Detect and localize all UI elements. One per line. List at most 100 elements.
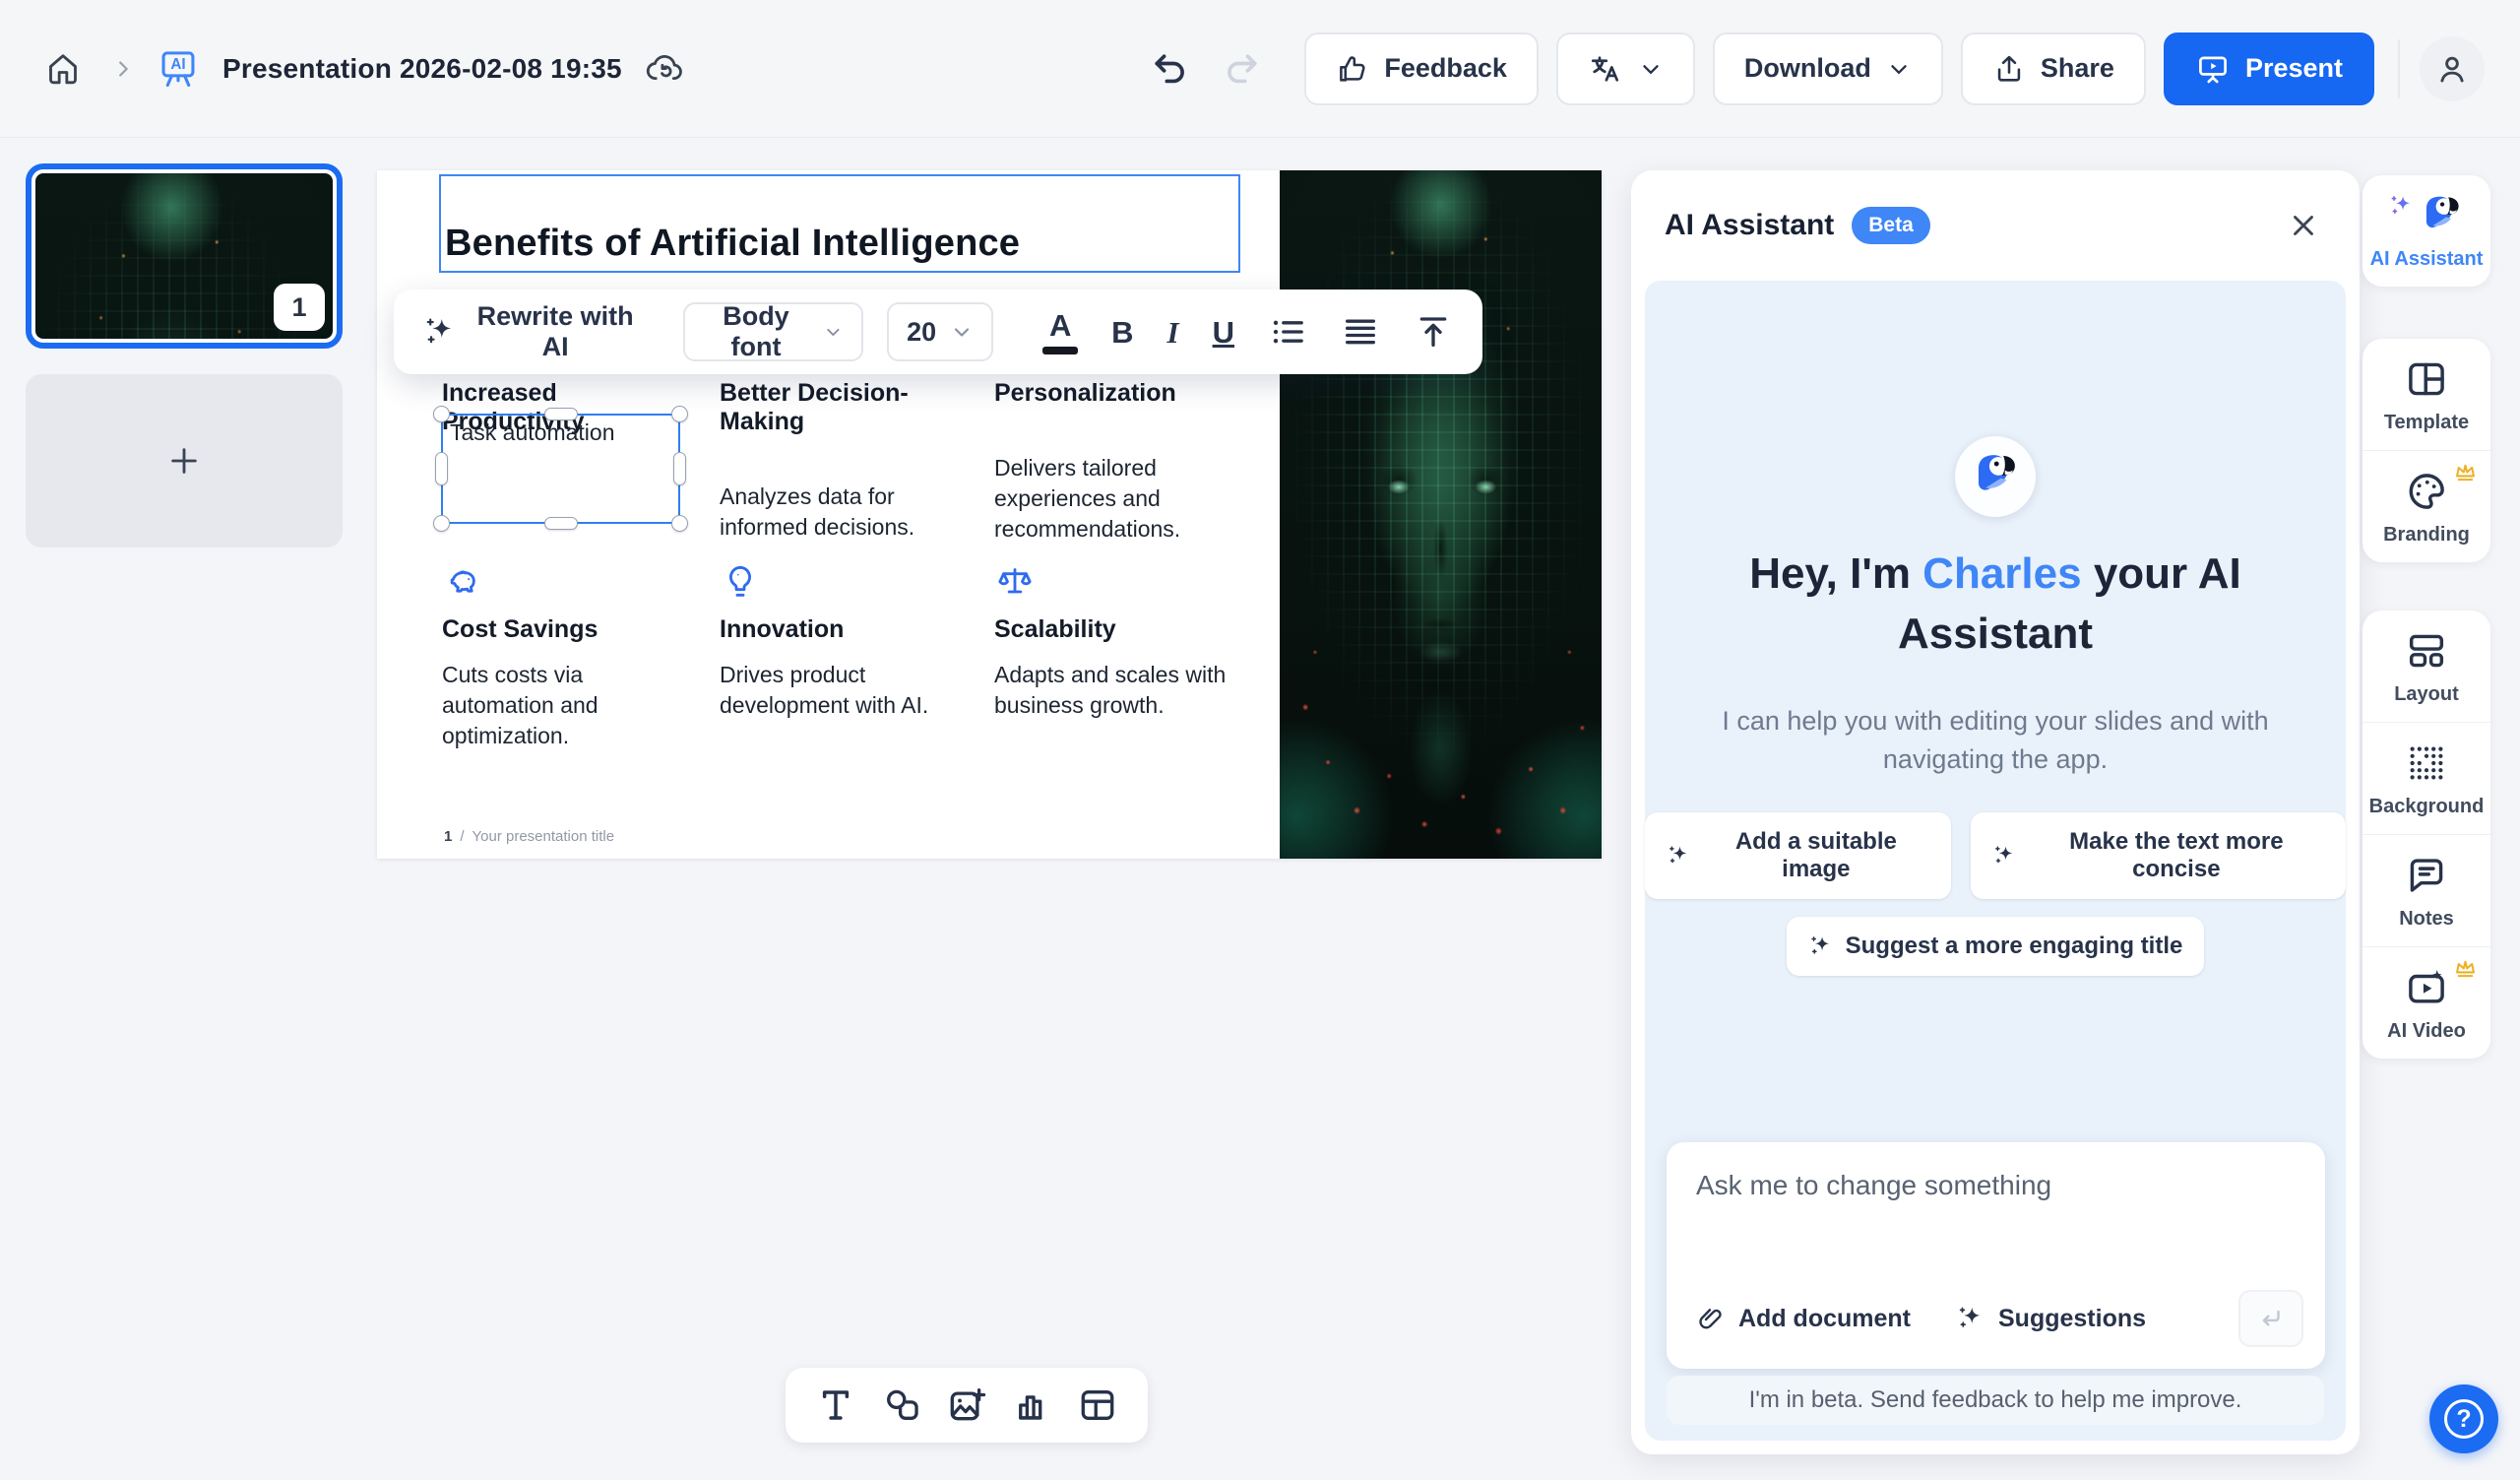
close-icon	[2287, 209, 2320, 242]
present-button[interactable]: Present	[2164, 32, 2374, 105]
sidebar-item-layout[interactable]: Layout	[2362, 611, 2490, 722]
suggestions-button[interactable]: Suggestions	[1956, 1304, 2146, 1333]
translate-button[interactable]	[1556, 32, 1695, 105]
sidebar-item-label: Background	[2369, 796, 2485, 818]
ai-prompt-input[interactable]	[1667, 1142, 2325, 1260]
share-button[interactable]: Share	[1961, 32, 2146, 105]
rail-card-tools: Layout Background Notes AI Video	[2362, 611, 2490, 1059]
notes-icon	[2404, 853, 2449, 898]
text-color-icon: A	[1049, 310, 1071, 341]
question-icon: ?	[2444, 1399, 2484, 1439]
card-title: Better Decision-Making	[720, 379, 977, 436]
chip-suggest-engaging-title[interactable]: Suggest a more engaging title	[1787, 917, 2205, 976]
chip-add-suitable-image[interactable]: Add a suitable image	[1645, 812, 1951, 899]
insert-chart-button[interactable]	[1010, 1383, 1055, 1428]
present-label: Present	[2245, 53, 2343, 84]
download-label: Download	[1744, 53, 1871, 84]
ai-video-icon	[2404, 965, 2449, 1010]
resize-handle-ne[interactable]	[671, 406, 688, 422]
ai-suggestion-chips: Add a suitable image Make the text more …	[1645, 812, 2346, 976]
sidebar-item-label: AI Video	[2387, 1020, 2466, 1043]
add-image-icon	[946, 1384, 987, 1426]
resize-handle-e[interactable]	[673, 452, 686, 485]
sidebar-item-ai-assistant[interactable]: AI Assistant	[2362, 175, 2490, 287]
card-body: Drives product development with AI.	[720, 660, 930, 721]
slide-footer-title: Your presentation title	[472, 828, 615, 845]
background-dots-icon	[2404, 740, 2449, 786]
slide-title-textbox[interactable]: Benefits of Artificial Intelligence	[439, 174, 1240, 273]
font-family-select[interactable]: Body font	[683, 302, 864, 361]
card-title: Scalability	[994, 615, 1240, 644]
bold-button[interactable]: B	[1111, 317, 1133, 348]
add-slide-button[interactable]	[26, 374, 343, 547]
card-innovation[interactable]: Innovation Drives product development wi…	[720, 562, 977, 721]
underline-button[interactable]: U	[1213, 317, 1234, 348]
card-cost-savings[interactable]: Cost Savings Cuts costs via automation a…	[442, 562, 696, 750]
card-scalability[interactable]: Scalability Adapts and scales with busin…	[994, 562, 1240, 721]
user-icon	[2433, 50, 2471, 88]
ai-panel-title: AI Assistant	[1665, 209, 1834, 242]
resize-handle-sw[interactable]	[433, 515, 450, 532]
download-button[interactable]: Download	[1713, 32, 1943, 105]
chip-make-text-concise[interactable]: Make the text more concise	[1971, 812, 2346, 899]
beta-disclaimer: I'm in beta. Send feedback to help me im…	[1667, 1376, 2324, 1425]
redo-button[interactable]	[1212, 39, 1271, 98]
card-personalization[interactable]: Personalization Delivers tailored experi…	[994, 379, 1240, 544]
ai-description: I can help you with editing your slides …	[1690, 702, 2300, 779]
insert-table-button[interactable]	[1075, 1383, 1120, 1428]
align-button[interactable]	[1341, 312, 1380, 352]
slide-thumbnail-1[interactable]: Benefits of Artificial Intelligence Incr…	[26, 163, 343, 349]
rewrite-label: Rewrite with AI	[473, 301, 638, 362]
italic-button[interactable]: I	[1167, 317, 1179, 348]
sidebar-item-branding[interactable]: Branding	[2362, 450, 2490, 562]
thumbs-up-icon	[1336, 52, 1369, 86]
sidebar-item-template[interactable]: Template	[2362, 339, 2490, 450]
suggestions-label: Suggestions	[1998, 1305, 2146, 1333]
cloud-saved-icon	[644, 48, 685, 90]
help-button[interactable]: ?	[2429, 1384, 2498, 1453]
resize-handle-n[interactable]	[544, 408, 578, 420]
resize-handle-se[interactable]	[671, 515, 688, 532]
rewrite-with-ai-button[interactable]: Rewrite with AI	[423, 301, 638, 362]
undo-button[interactable]	[1141, 39, 1200, 98]
selected-textbox[interactable]: Task automation	[441, 414, 680, 524]
card-body: Analyzes data for informed decisions.	[720, 482, 960, 543]
slide-canvas[interactable]: Benefits of Artificial Intelligence Incr…	[377, 170, 1602, 859]
add-document-button[interactable]: Add document	[1696, 1304, 1911, 1333]
layout-icon	[2404, 628, 2449, 674]
vertical-align-button[interactable]	[1414, 312, 1453, 352]
presentation-title[interactable]: Presentation 2026-02-08 19:35	[222, 53, 622, 85]
slide-image-ai-face[interactable]	[1280, 170, 1602, 859]
share-label: Share	[2041, 53, 2114, 84]
bullet-list-button[interactable]	[1268, 312, 1307, 352]
text-color-button[interactable]: A	[1042, 310, 1078, 354]
ai-mascot-avatar	[1955, 436, 2036, 517]
add-document-label: Add document	[1738, 1305, 1911, 1333]
slide-footer-number: 1	[444, 828, 452, 845]
chart-icon	[1012, 1384, 1053, 1426]
insert-image-button[interactable]	[944, 1383, 989, 1428]
account-button[interactable]	[2420, 36, 2485, 101]
insert-shape-button[interactable]	[879, 1383, 924, 1428]
sparkle-icon	[1956, 1304, 1985, 1333]
card-better-decision-making[interactable]: Better Decision-Making Analyzes data for…	[720, 379, 977, 543]
sidebar-item-notes[interactable]: Notes	[2362, 834, 2490, 946]
sidebar-item-background[interactable]: Background	[2362, 722, 2490, 834]
close-ai-panel-button[interactable]	[2281, 203, 2326, 248]
font-size-value: 20	[907, 317, 936, 348]
resize-handle-nw[interactable]	[433, 406, 450, 422]
home-button[interactable]	[35, 41, 91, 97]
feedback-button[interactable]: Feedback	[1304, 32, 1539, 105]
resize-handle-w[interactable]	[435, 452, 448, 485]
card-body: Cuts costs via automation and optimizati…	[442, 660, 688, 750]
home-icon	[43, 49, 83, 89]
bold-icon: B	[1111, 317, 1133, 348]
parrot-icon	[1970, 451, 2021, 502]
sidebar-item-ai-video[interactable]: AI Video	[2362, 946, 2490, 1059]
insert-text-button[interactable]	[813, 1383, 858, 1428]
card-body: Delivers tailored experiences and recomm…	[994, 453, 1203, 544]
font-size-select[interactable]: 20	[887, 302, 993, 361]
send-prompt-button[interactable]	[2238, 1290, 2303, 1347]
resize-handle-s[interactable]	[544, 517, 578, 530]
paperclip-icon	[1696, 1304, 1726, 1333]
